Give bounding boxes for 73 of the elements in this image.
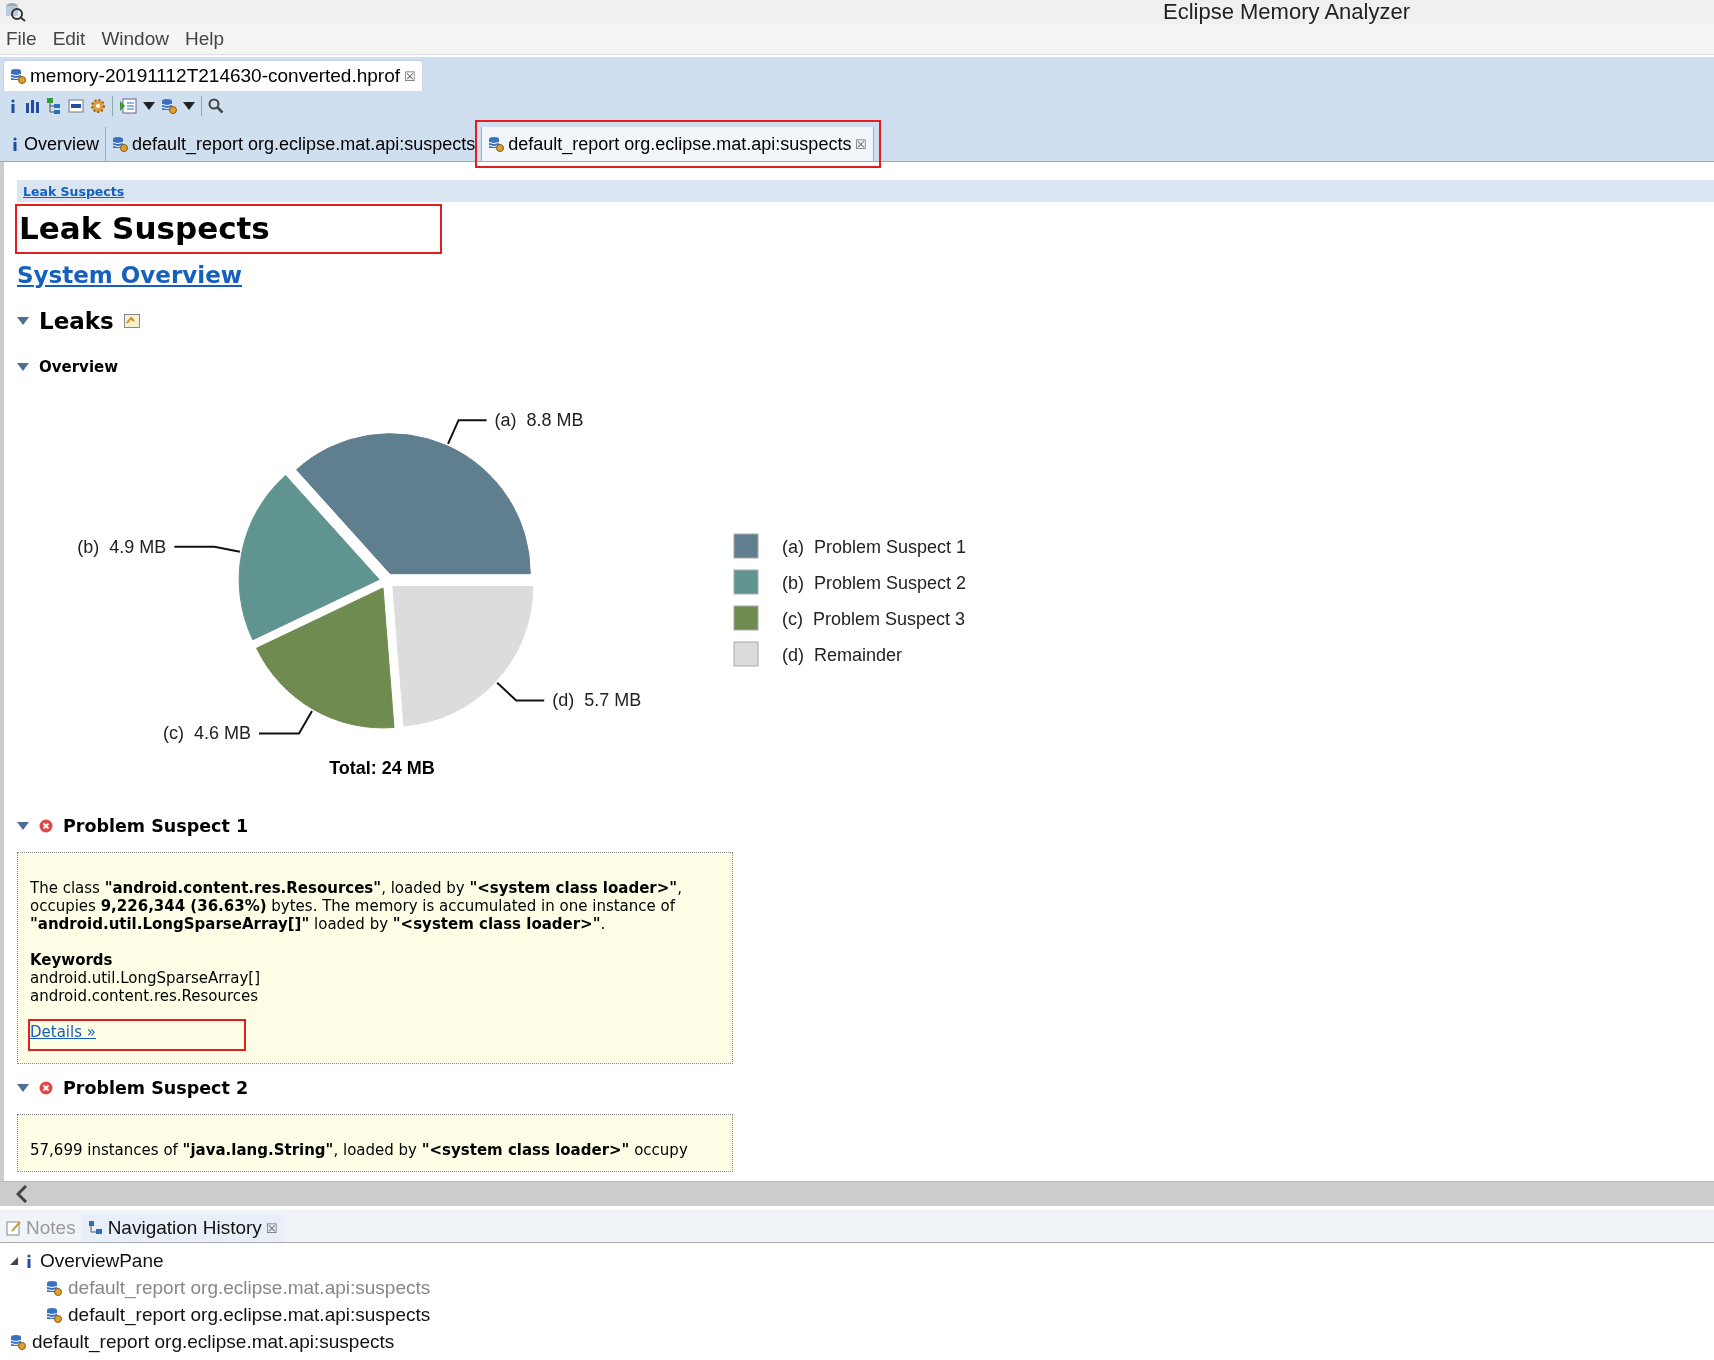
suspect-description: 57,699 instances of "java.lang.String", loaded by "<system class loader>" occupy	[30, 1141, 689, 1159]
suspect-heading: Problem Suspect 1	[63, 816, 249, 836]
page-title: Leak Suspects	[17, 206, 440, 252]
leader-line	[173, 545, 241, 553]
leader-line	[496, 681, 546, 702]
leader-line	[258, 709, 313, 735]
close-icon[interactable]: ☒	[404, 68, 417, 84]
database-icon	[10, 1333, 26, 1350]
search-icon[interactable]	[208, 98, 224, 114]
expand-triangle-icon[interactable]	[17, 363, 29, 371]
breadcrumb-link[interactable]: Leak Suspects	[23, 183, 125, 199]
legend-swatch	[733, 605, 759, 631]
database-icon	[10, 68, 26, 84]
slice-label: (a) 8.8 MB	[494, 410, 584, 431]
details-link[interactable]: Details »	[28, 1019, 246, 1051]
legend-swatch	[733, 533, 759, 559]
slice-label: (c) 4.6 MB	[163, 723, 251, 744]
app-icon	[4, 2, 26, 22]
database-icon	[112, 136, 128, 152]
suspect-description: The class "android.content.res.Resources", loaded by "<system class loader>", occupies 9,226,344 (36.63%) bytes. The memory is accumulated in one instance of "android.util.LongSparseArray[]" loaded by "<system class loader>".	[30, 879, 683, 933]
menu-item[interactable]: Help	[184, 28, 225, 50]
caret-icon[interactable]	[183, 102, 195, 110]
history-entry[interactable]: default_report org.eclipse.mat.api:suspects	[68, 1276, 431, 1299]
report-icon[interactable]	[119, 98, 137, 114]
legend-label: (d) Remainder	[782, 645, 903, 665]
error-icon	[39, 819, 53, 833]
subsection-heading: Overview	[39, 358, 119, 376]
gear-icon[interactable]	[90, 98, 106, 114]
tree-icon[interactable]	[46, 97, 62, 115]
keywords-heading: Keywords	[30, 951, 114, 969]
expand-triangle-icon[interactable]	[17, 1084, 29, 1092]
database-icon	[46, 1306, 62, 1323]
report-tab[interactable]: Overview	[4, 127, 106, 161]
error-icon	[39, 1081, 53, 1095]
report-link-icon[interactable]	[123, 314, 140, 328]
database-icon	[46, 1279, 62, 1296]
scroll-left-icon[interactable]	[16, 1185, 28, 1203]
keyword: android.util.LongSparseArray[]	[30, 969, 262, 987]
legend-swatch	[733, 569, 759, 595]
leader-line	[447, 419, 488, 445]
caret-icon[interactable]	[143, 102, 155, 110]
menu-item[interactable]: Window	[101, 28, 169, 50]
slice-label: (b) 4.9 MB	[77, 536, 167, 557]
database-icon	[488, 136, 505, 152]
menu-item[interactable]: Edit	[52, 28, 86, 50]
legend-label: (b) Problem Suspect 2	[782, 573, 967, 593]
section-heading: Leaks	[39, 308, 114, 334]
expand-triangle-icon[interactable]	[17, 822, 29, 830]
system-overview-link[interactable]: System Overview	[17, 262, 243, 288]
expand-triangle-icon[interactable]	[17, 317, 29, 325]
keyword: android.content.res.Resources	[30, 987, 260, 1005]
bar-chart-icon[interactable]	[24, 98, 40, 114]
notepad-icon	[6, 1220, 22, 1236]
menu-item[interactable]: File	[6, 28, 37, 50]
tab-label: memory-20191112T214630-converted.hprof	[30, 65, 401, 87]
close-icon[interactable]: ☒	[855, 136, 868, 152]
query-icon[interactable]	[68, 98, 84, 114]
collapse-triangle-icon[interactable]	[10, 1256, 18, 1265]
window-title: Eclipse Memory Analyzer	[1163, 0, 1410, 25]
chart-total: Total: 24 MB	[329, 758, 435, 778]
editor-tab[interactable]: memory-20191112T214630-converted.hprof ☒	[3, 60, 424, 91]
history-entry[interactable]: OverviewPane	[40, 1249, 164, 1272]
close-icon[interactable]: ☒	[265, 1220, 278, 1236]
legend-label: (c) Problem Suspect 3	[782, 609, 966, 629]
suspect-heading: Problem Suspect 2	[63, 1078, 249, 1098]
history-entry[interactable]: default_report org.eclipse.mat.api:suspects	[68, 1303, 431, 1326]
view-tab[interactable]: Navigation History ☒	[81, 1214, 284, 1242]
hierarchy-icon	[87, 1220, 104, 1236]
database-icon	[161, 98, 177, 114]
legend-label: (a) Problem Suspect 1	[782, 537, 967, 557]
history-entry[interactable]: default_report org.eclipse.mat.api:suspects	[32, 1330, 395, 1353]
slice-label: (d) 5.7 MB	[552, 690, 642, 711]
legend-swatch	[733, 641, 759, 667]
